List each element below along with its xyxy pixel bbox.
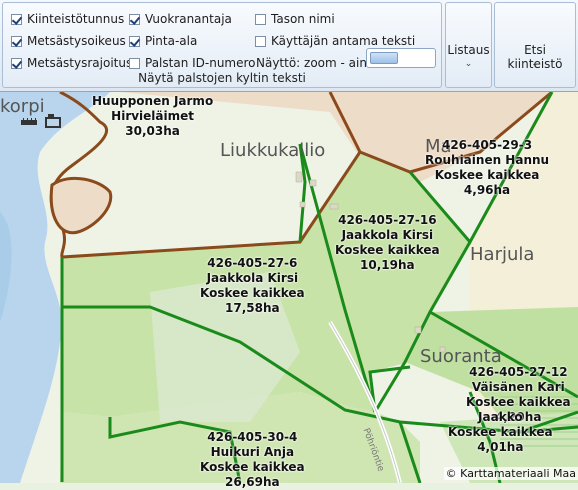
checkbox-tason-nimi-box[interactable] <box>255 14 266 25</box>
parcel-owner: Huupponen Jarmo <box>92 94 214 108</box>
checkbox-label: Metsästysrajoitus <box>27 56 133 70</box>
chevron-down-icon: ⌄ <box>531 59 539 69</box>
checkbox-metsastysoikeus-box[interactable] <box>11 36 22 47</box>
checkbox-metsastysrajoitus-box[interactable] <box>11 58 22 69</box>
checkbox-metsastysoikeus[interactable]: Metsästysoikeus <box>11 33 126 49</box>
checkbox-pinta-ala[interactable]: Pinta-ala <box>129 33 197 49</box>
copyright-notice: © Karttamateriaali Maa <box>443 467 578 480</box>
parcel-right: Koskee kaikkea <box>200 286 305 300</box>
parcel-id: 426-405-30-4 <box>207 430 298 444</box>
checkbox-kiinteistotunnus[interactable]: Kiinteistötunnus <box>11 11 124 27</box>
zoom-label: Näyttö: zoom - aina <box>256 56 375 70</box>
label-display-group: Kiinteistötunnus Metsästysoikeus Metsäst… <box>2 2 442 88</box>
ribbon-toolbar: Kiinteistötunnus Metsästysoikeus Metsäst… <box>0 0 578 92</box>
checkbox-label: Palstan ID-numero <box>145 56 256 70</box>
listing-button[interactable]: Listaus ⌄ <box>445 2 492 88</box>
map-view[interactable]: korpi Liukkukallio Ma Harjula Suoranta H… <box>0 92 578 489</box>
parcel-owner: Jaakko <box>478 410 523 424</box>
checkbox-label: Kiinteistötunnus <box>27 12 125 26</box>
zoom-slider[interactable] <box>366 48 436 68</box>
parcel-owner: Jaakkola Kirsi <box>206 271 299 285</box>
parcel-right: Hirvieläimet <box>111 109 195 123</box>
listing-button-label: Listaus <box>447 43 490 57</box>
parcel-id: 426-405-27-6 <box>207 256 298 270</box>
parcel-label-jaakko: Jaakko Koskee kaikkea 4,01ha <box>448 410 553 455</box>
parcel-right: Koskee kaikkea <box>434 168 540 182</box>
parcel-label-27-6: 426-405-27-6 Jaakkola Kirsi Koskee kaikk… <box>200 256 305 316</box>
checkbox-pinta-ala-box[interactable] <box>129 36 140 47</box>
chevron-down-icon: ⌄ <box>464 59 473 69</box>
parcel-label-huupponen: Huupponen Jarmo Hirvieläimet 30,03ha <box>92 94 213 139</box>
parcel-area: 30,03ha <box>125 124 180 138</box>
parcel-label-29-3: 426-405-29-3 Rouhiainen Hannu Koskee kai… <box>425 138 549 198</box>
checkbox-kayttajan-teksti-box[interactable] <box>255 36 266 47</box>
find-property-button[interactable]: Etsi kiinteistö ⌄ <box>494 2 576 88</box>
parcel-area: 10,19ha <box>360 258 415 272</box>
checkbox-label: Käyttäjän antama teksti <box>271 34 416 48</box>
parcel-id: 426-405-27-16 <box>338 213 437 227</box>
parcel-owner: Rouhiainen Hannu <box>425 153 550 167</box>
parcel-id: 426-405-29-3 <box>441 138 533 152</box>
parcel-label-30-4: 426-405-30-4 Huikuri Anja Koskee kaikkea… <box>200 430 305 490</box>
checkbox-kayttajan-teksti[interactable]: Käyttäjän antama teksti <box>255 33 415 49</box>
parcel-area: 17,58ha <box>225 301 280 315</box>
checkbox-kiinteistotunnus-box[interactable] <box>11 14 22 25</box>
group-title: Näytä palstojen kyltin teksti <box>138 71 306 85</box>
parcel-label-27-16: 426-405-27-16 Jaakkola Kirsi Koskee kaik… <box>335 213 440 273</box>
place-name-harjula: Harjula <box>470 244 535 265</box>
parcel-right: Koskee kaikkea <box>200 460 305 474</box>
ruler-icon[interactable] <box>20 114 38 130</box>
checkbox-vuokranantaja-box[interactable] <box>129 14 140 25</box>
parcel-area: 4,01ha <box>477 440 524 454</box>
parcel-right: Koskee kaikkea <box>466 395 571 409</box>
parcel-owner: Huikuri Anja <box>210 445 295 459</box>
checkbox-label: Metsästysoikeus <box>27 34 126 48</box>
checkbox-palstan-id[interactable]: Palstan ID-numero <box>129 55 256 71</box>
parcel-owner: Väisänen Kari <box>471 380 565 394</box>
parcel-owner: Jaakkola Kirsi <box>341 228 434 242</box>
checkbox-tason-nimi[interactable]: Tason nimi <box>255 11 335 27</box>
checkbox-label: Pinta-ala <box>145 34 198 48</box>
checkbox-vuokranantaja[interactable]: Vuokranantaja <box>129 11 232 27</box>
checkbox-label: Vuokranantaja <box>145 12 232 26</box>
place-name-suoranta: Suoranta <box>420 346 502 367</box>
checkbox-metsastysrajoitus[interactable]: Metsästysrajoitus <box>11 55 132 71</box>
parcel-right: Koskee kaikkea <box>448 425 553 439</box>
parcel-area: 4,96ha <box>463 183 511 197</box>
zoom-slider-thumb[interactable] <box>370 52 398 64</box>
checkbox-palstan-id-box[interactable] <box>129 58 140 69</box>
parcel-right: Koskee kaikkea <box>335 243 440 257</box>
parcel-id: 426-405-27-12 <box>469 365 568 379</box>
measure-area-icon[interactable] <box>44 112 62 128</box>
checkbox-label: Tason nimi <box>271 12 335 26</box>
place-name-liukkukallio: Liukkukallio <box>220 140 326 161</box>
